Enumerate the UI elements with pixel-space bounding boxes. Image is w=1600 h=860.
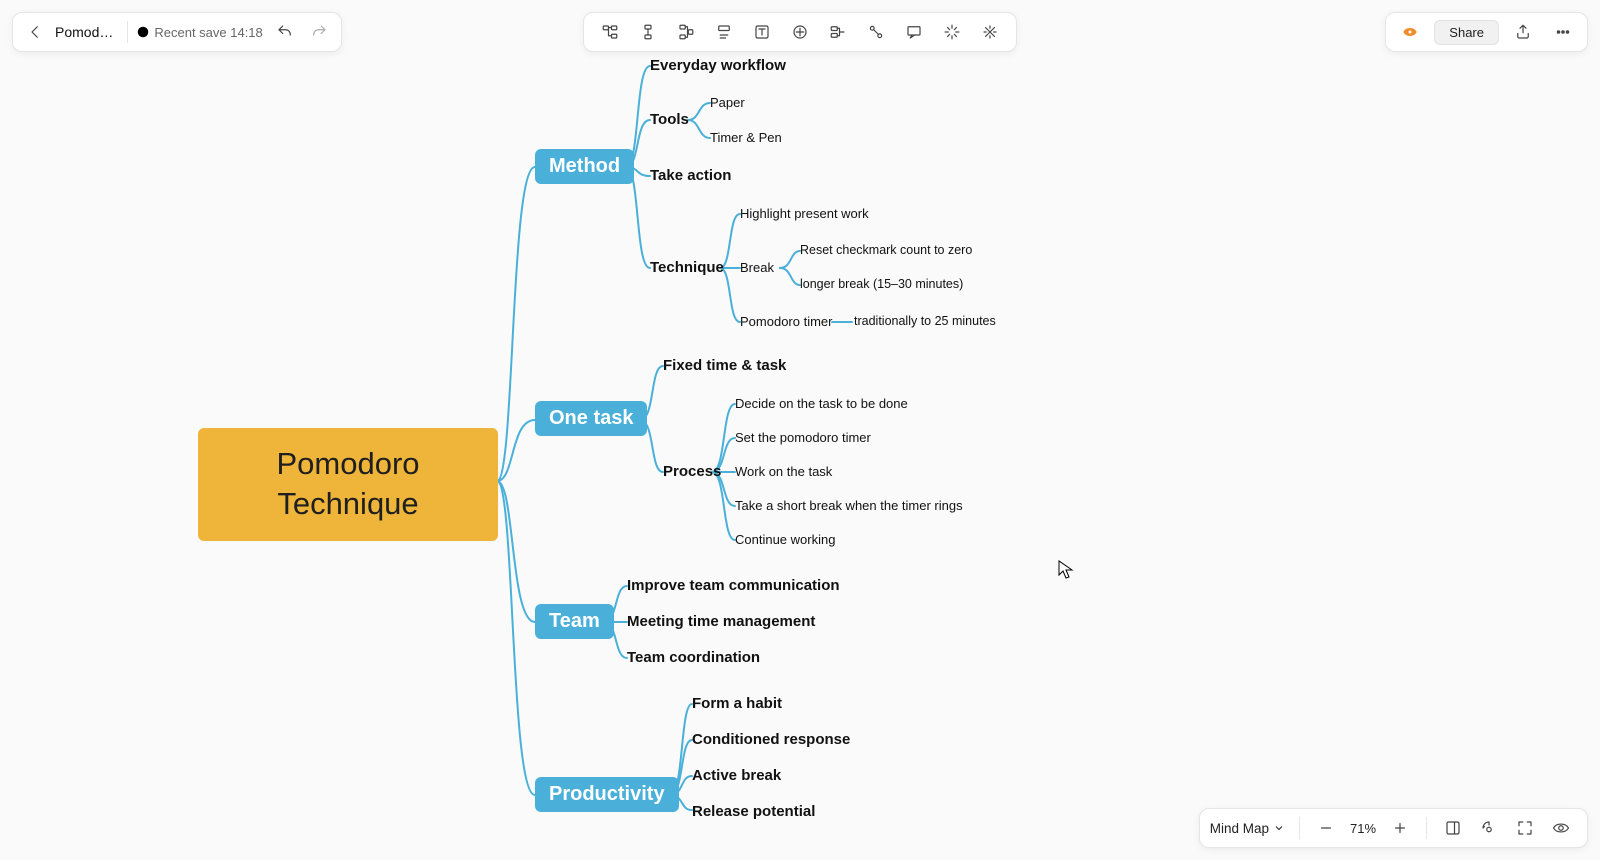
topic-highlight-present-work[interactable]: Highlight present work [740,206,869,221]
chevron-down-icon [1273,822,1285,834]
insert-topic-after-button[interactable] [632,16,664,48]
share-button-label: Share [1449,25,1484,40]
topic-fixed-time-task[interactable]: Fixed time & task [663,357,786,374]
separator [127,21,128,43]
presentation-button[interactable] [1545,812,1577,844]
fullscreen-button[interactable] [1509,812,1541,844]
topic-25-minutes[interactable]: traditionally to 25 minutes [854,314,996,328]
topic-continue-working[interactable]: Continue working [735,532,835,547]
topic-form-habit[interactable]: Form a habit [692,695,782,712]
topic-meeting-time[interactable]: Meeting time management [627,613,815,630]
topic-short-break[interactable]: Take a short break when the timer rings [735,498,963,513]
summary-button[interactable] [822,16,854,48]
topic-paper[interactable]: Paper [710,95,745,110]
branch-one-task[interactable]: One task [535,401,647,436]
insert-floating-topic-button[interactable] [708,16,740,48]
save-status-text: Recent save 14:18 [154,25,262,40]
branch-productivity[interactable]: Productivity [535,777,679,812]
more-menu-button[interactable] [1547,16,1579,48]
document-title[interactable]: Pomod… [55,24,113,40]
bottombar-right: Mind Map 71% [1199,808,1588,848]
zoom-value[interactable]: 71% [1346,821,1380,836]
relationship-button[interactable] [784,16,816,48]
branch-one-task-label: One task [549,407,633,429]
auto-layout-button[interactable] [974,16,1006,48]
topic-work-on-task[interactable]: Work on the task [735,464,832,479]
view-mode-dropdown[interactable]: Mind Map [1210,821,1285,836]
mouse-cursor [1058,560,1074,580]
topic-break[interactable]: Break [740,260,774,275]
topbar-right: Share [1385,12,1588,52]
zoom-out-button[interactable] [1310,812,1342,844]
redo-button[interactable] [303,16,335,48]
root-topic[interactable]: PomodoroTechnique [198,428,498,541]
topic-longer-break[interactable]: longer break (15–30 minutes) [800,277,963,291]
topic-everyday-workflow[interactable]: Everyday workflow [650,57,786,74]
callout-button[interactable] [898,16,930,48]
view-mode-label: Mind Map [1210,821,1269,836]
root-topic-text: PomodoroTechnique [276,446,419,521]
outline-panel-button[interactable] [1437,812,1469,844]
topic-team-coordination[interactable]: Team coordination [627,649,760,666]
back-button[interactable] [19,16,51,48]
topic-reset-checkmark[interactable]: Reset checkmark count to zero [800,243,972,257]
zoom-in-button[interactable] [1384,812,1416,844]
topic-take-action[interactable]: Take action [650,167,731,184]
boundary-button[interactable] [860,16,892,48]
branch-team-label: Team [549,610,600,632]
separator [1426,817,1427,839]
topbar-left: Pomod… Recent save 14:18 [12,12,342,52]
branch-method-label: Method [549,155,620,177]
branch-productivity-label: Productivity [549,783,665,805]
separator [1299,817,1300,839]
topic-set-timer[interactable]: Set the pomodoro timer [735,430,871,445]
branch-team[interactable]: Team [535,604,614,639]
export-button[interactable] [1507,16,1539,48]
branch-method[interactable]: Method [535,149,634,184]
toolbar [583,12,1017,52]
topic-process[interactable]: Process [663,463,721,480]
topic-timer-pen[interactable]: Timer & Pen [710,130,782,145]
topic-technique[interactable]: Technique [650,259,724,276]
app-logo-icon[interactable] [1394,16,1426,48]
insert-parent-topic-button[interactable] [670,16,702,48]
save-status: Recent save 14:18 [136,25,262,40]
navigator-button[interactable] [1473,812,1505,844]
insert-subtopic-button[interactable] [594,16,626,48]
check-circle-icon [136,25,150,39]
topic-tools[interactable]: Tools [650,111,689,128]
share-button[interactable]: Share [1434,20,1499,45]
text-button[interactable] [746,16,778,48]
ai-assist-button[interactable] [936,16,968,48]
topic-active-break[interactable]: Active break [692,767,781,784]
undo-button[interactable] [269,16,301,48]
topic-conditioned-response[interactable]: Conditioned response [692,731,850,748]
topic-pomodoro-timer[interactable]: Pomodoro timer [740,314,832,329]
topic-release-potential[interactable]: Release potential [692,803,815,820]
topic-team-communication[interactable]: Improve team communication [627,577,840,594]
topic-decide-task[interactable]: Decide on the task to be done [735,396,908,411]
mindmap-canvas[interactable]: PomodoroTechnique Method Everyday workfl… [0,0,1600,860]
